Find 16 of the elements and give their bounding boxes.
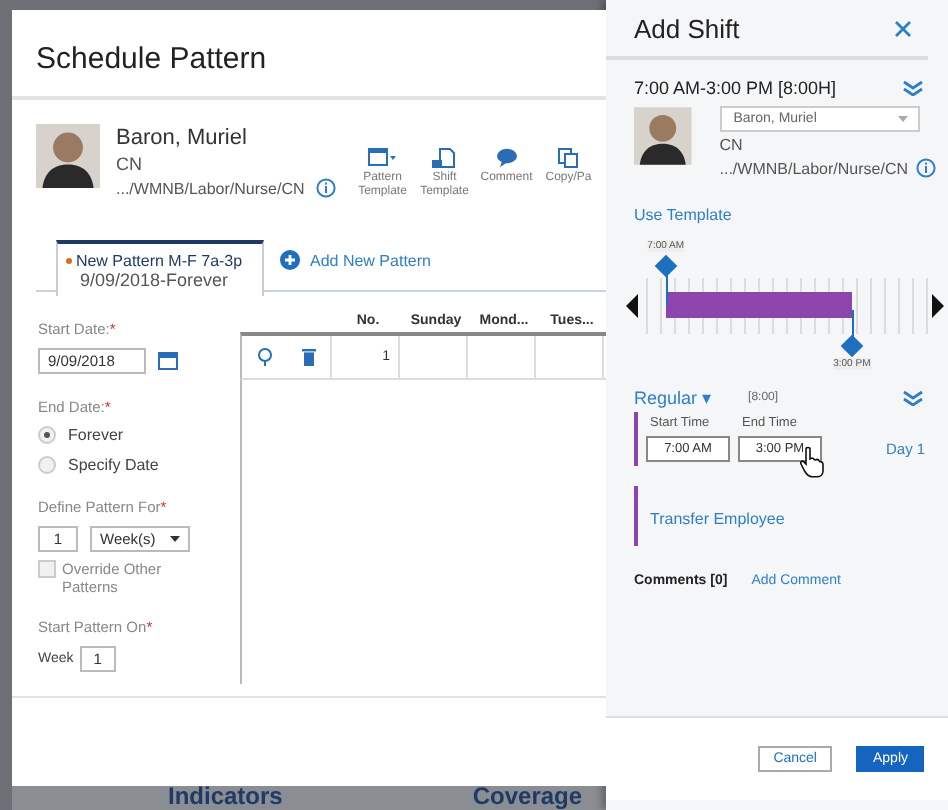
add-pattern-button[interactable]: Add New Pattern bbox=[264, 240, 447, 280]
shift-type-dropdown[interactable]: Regular ▾ bbox=[634, 388, 713, 408]
employee-name: Baron, Muriel bbox=[116, 126, 249, 150]
shift-summary: 7:00 AM-3:00 PM [8:00H] bbox=[634, 78, 837, 98]
pattern-tab[interactable]: New Pattern M-F 7a-3p 9/09/2018-Forever bbox=[56, 240, 264, 296]
tab-label: Indicators bbox=[168, 784, 283, 808]
radio-label: Forever bbox=[68, 426, 124, 444]
employee-path: .../WMNB/Labor/Nurse/CN bbox=[719, 159, 908, 177]
panel-title: Add Shift bbox=[634, 14, 740, 44]
radio-label: Specify Date bbox=[68, 456, 159, 474]
use-template-link[interactable]: Use Template bbox=[634, 206, 732, 224]
tab-label: Coverage bbox=[472, 784, 583, 808]
employee-role: CN bbox=[116, 154, 144, 174]
transfer-employee-link[interactable]: Transfer Employee bbox=[650, 510, 785, 528]
employee-path: .../WMNB/Labor/Nurse/CN bbox=[116, 179, 305, 197]
employee-role: CN bbox=[719, 136, 745, 154]
